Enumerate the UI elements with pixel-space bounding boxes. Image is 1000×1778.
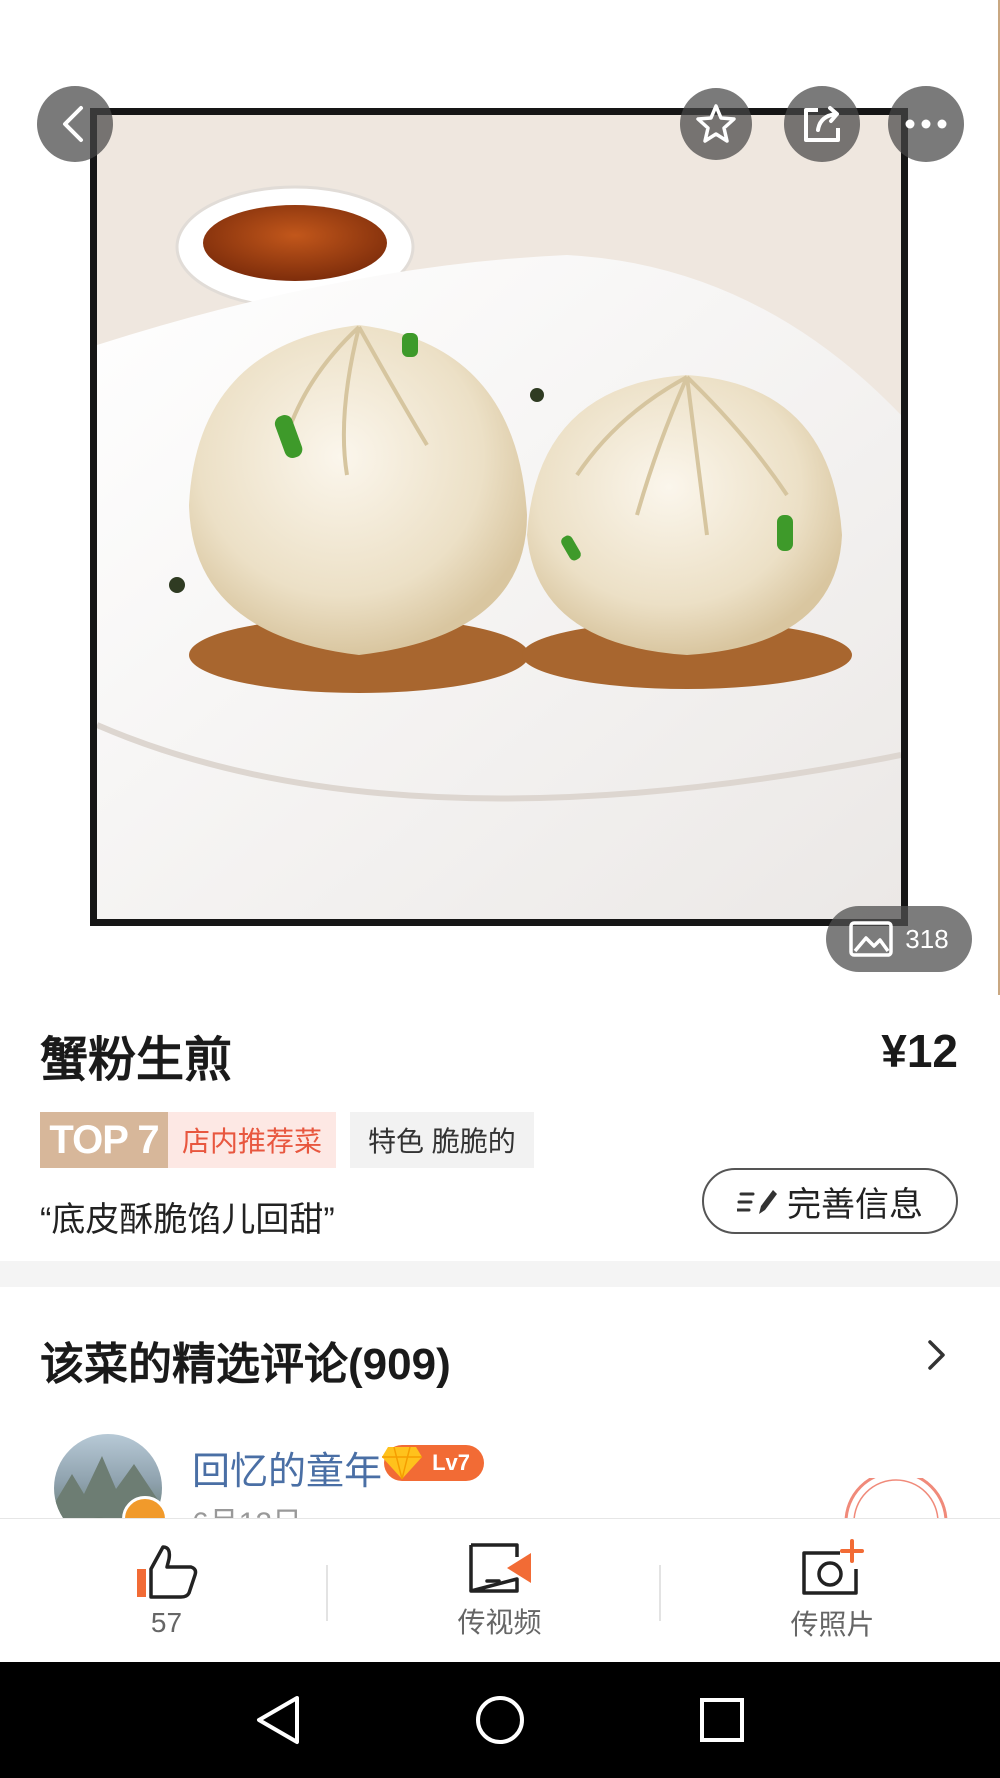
diamond-icon: [382, 1446, 422, 1480]
dish-photo-illustration: [97, 115, 901, 919]
bottom-action-bar: 57 传视频 传照片: [0, 1518, 1000, 1662]
nav-back-button[interactable]: [218, 1662, 338, 1778]
like-count: 57: [150, 1607, 183, 1638]
nav-recents-button[interactable]: [662, 1662, 782, 1778]
reviews-title[interactable]: 该菜的精选评论(909): [40, 1328, 451, 1392]
upload-photo-icon: [801, 1539, 864, 1595]
complete-info-label: 完善信息: [787, 1185, 923, 1224]
reviewer-name[interactable]: 回忆的童年: [192, 1440, 382, 1495]
back-button[interactable]: [37, 86, 113, 162]
rank-tag-text: 店内推荐菜: [168, 1112, 337, 1168]
like-button[interactable]: 57: [0, 1519, 333, 1663]
share-icon: [804, 106, 840, 142]
photo-count-button[interactable]: 318: [826, 906, 972, 972]
star-icon: [696, 104, 736, 143]
edit-icon: [737, 1190, 777, 1214]
feature-tag: 特色 脆脆的: [350, 1112, 534, 1168]
dish-quote: “底皮酥脆馅儿回甜”: [40, 1201, 335, 1239]
rank-tag[interactable]: TOP 7 店内推荐菜: [40, 1112, 337, 1168]
dish-photo[interactable]: [90, 108, 908, 926]
thumbs-up-icon: [136, 1545, 197, 1599]
system-nav-bar: [0, 1662, 1000, 1778]
dish-tags: TOP 7 店内推荐菜 特色 脆脆的: [40, 1112, 534, 1168]
complete-info-button[interactable]: 完善信息: [702, 1168, 958, 1234]
nav-recents-icon: [700, 1698, 744, 1742]
photo-count: 318: [905, 923, 949, 954]
nav-back-icon: [257, 1696, 299, 1744]
upload-video-label: 传视频: [457, 1607, 542, 1638]
back-icon: [63, 106, 83, 142]
upload-photo-button[interactable]: 传照片: [666, 1519, 999, 1663]
upload-video-icon: [468, 1543, 531, 1593]
dish-price: ¥12: [881, 1025, 958, 1077]
dish-photo-area[interactable]: 318: [0, 0, 1000, 995]
upload-video-button[interactable]: 传视频: [333, 1519, 666, 1663]
dish-name: 蟹粉生煎: [40, 1034, 233, 1087]
more-button[interactable]: [888, 86, 964, 162]
rank-tag-number: TOP 7: [40, 1112, 168, 1168]
favorite-button[interactable]: [680, 88, 752, 160]
action-divider: [326, 1565, 328, 1621]
image-icon: [849, 921, 894, 957]
more-icon: [905, 119, 947, 129]
dianping-stamp-icon: [844, 1478, 948, 1522]
nav-home-button[interactable]: [440, 1662, 560, 1778]
action-divider: [659, 1565, 661, 1621]
chevron-right-icon[interactable]: [926, 1338, 948, 1372]
share-button[interactable]: [784, 86, 860, 162]
upload-photo-label: 传照片: [790, 1609, 875, 1640]
nav-home-icon: [476, 1696, 524, 1744]
section-divider: [0, 1261, 1000, 1287]
